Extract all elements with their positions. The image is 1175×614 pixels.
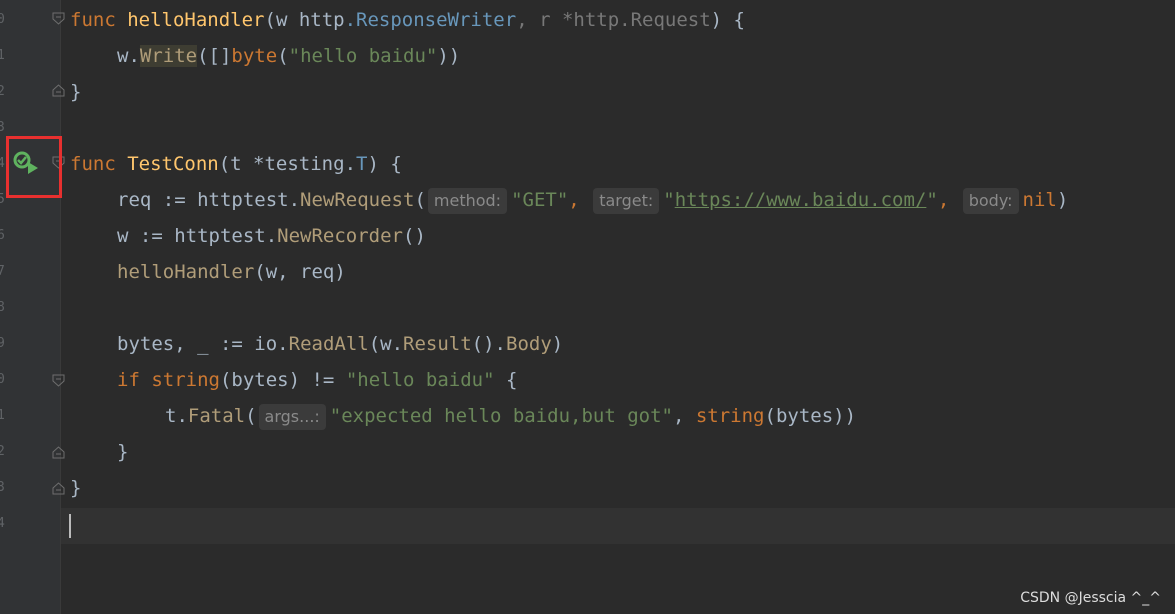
code-line: helloHandler(w, req) bbox=[117, 261, 346, 283]
line-number: 1 bbox=[0, 408, 5, 423]
run-test-icon[interactable] bbox=[12, 150, 40, 176]
line-number: 9 bbox=[0, 336, 5, 351]
line-number: 6 bbox=[0, 228, 5, 243]
code-line: bytes, _ := io.ReadAll(w.Result().Body) bbox=[117, 333, 564, 355]
code-line: w := httptest.NewRecorder() bbox=[117, 225, 426, 247]
code-line: t.Fatal(args...: "expected hello baidu,bu… bbox=[165, 398, 856, 434]
code-line: req := httptest.NewRequest(method: "GET",… bbox=[117, 182, 1068, 218]
code-line: if string(bytes) != "hello baidu" { bbox=[117, 369, 518, 391]
code-line: func helloHandler(w http.ResponseWriter,… bbox=[70, 9, 745, 31]
code-line: w.Write([]byte("hello baidu")) bbox=[117, 45, 461, 67]
line-number: 4 bbox=[0, 516, 5, 531]
url-link[interactable]: https://www.baidu.com/ bbox=[675, 189, 927, 211]
param-hint: body: bbox=[962, 187, 1019, 214]
line-number: 0 bbox=[0, 12, 5, 27]
line-number: 1 bbox=[0, 48, 5, 63]
line-number: 7 bbox=[0, 264, 5, 279]
line-number: 3 bbox=[0, 120, 5, 135]
code-line: func TestConn(t *testing.T) { bbox=[70, 153, 402, 175]
line-number: 3 bbox=[0, 480, 5, 495]
line-number: 0 bbox=[0, 372, 5, 387]
param-hint: target: bbox=[593, 187, 660, 214]
code-line: } bbox=[117, 441, 129, 463]
editor-gutter: 0 1 2 3 4 5 6 7 8 9 0 1 2 3 4 bbox=[0, 0, 65, 614]
code-line: } bbox=[70, 477, 82, 499]
watermark: CSDN @Jesscia ^_^ bbox=[1020, 590, 1161, 606]
line-number: 8 bbox=[0, 300, 5, 315]
code-editor[interactable]: func helloHandler(w http.ResponseWriter,… bbox=[61, 0, 1175, 614]
code-line: } bbox=[70, 81, 82, 103]
line-number: 2 bbox=[0, 444, 5, 459]
line-number: 2 bbox=[0, 84, 5, 99]
param-hint: args...: bbox=[258, 403, 326, 430]
param-hint: method: bbox=[427, 187, 508, 214]
